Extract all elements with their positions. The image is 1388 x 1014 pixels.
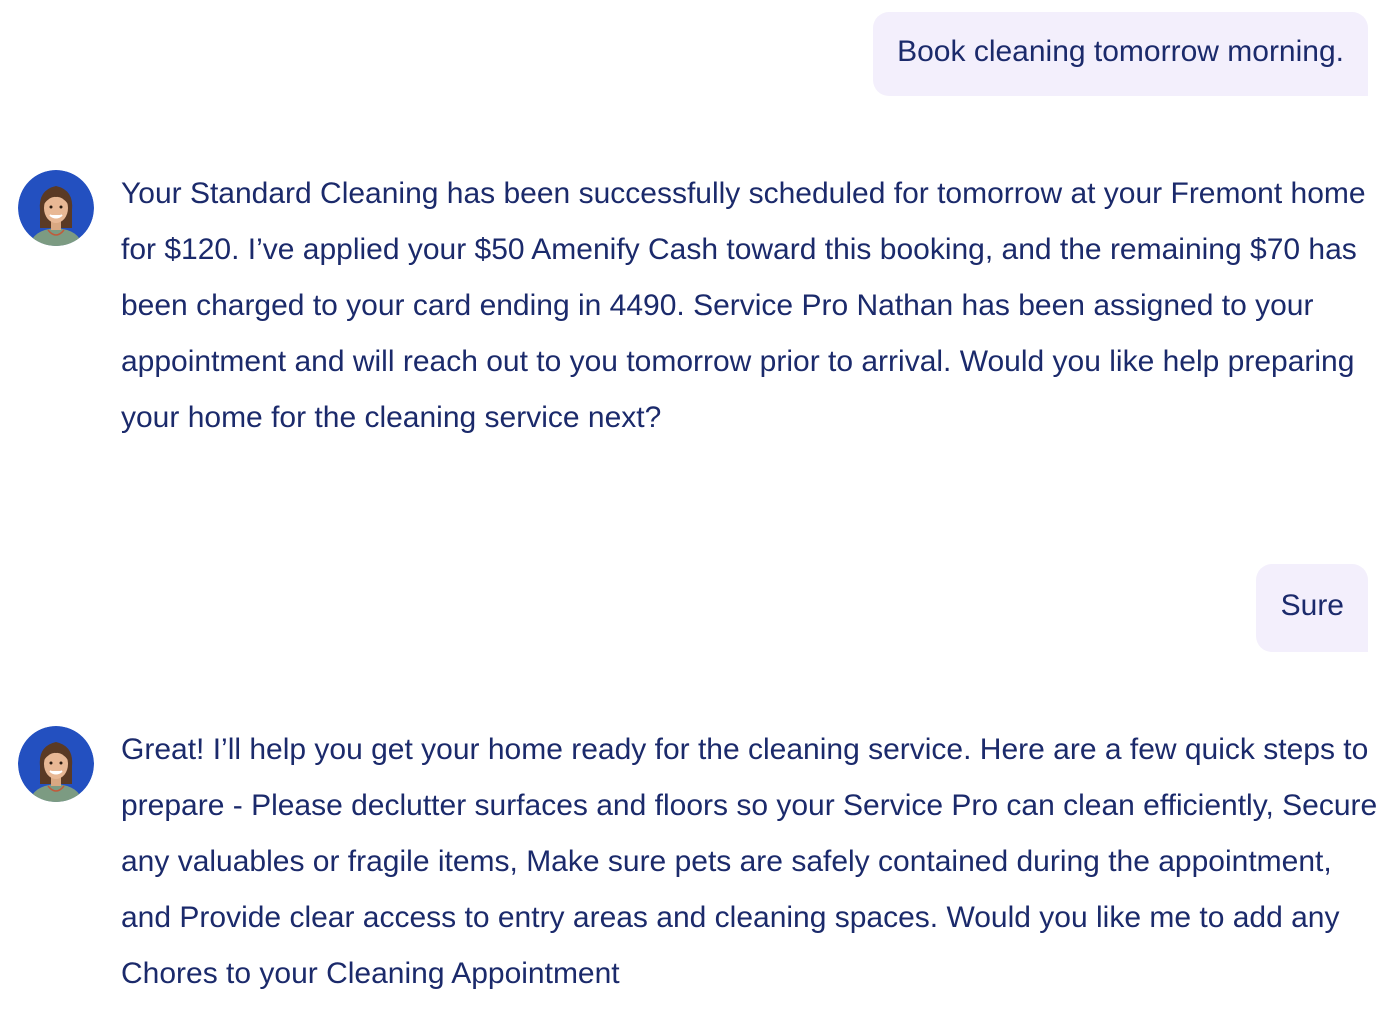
user-message: Book cleaning tomorrow morning.	[873, 12, 1368, 96]
user-message-text: Sure	[1280, 589, 1344, 622]
assistant-message-text: Your Standard Cleaning has been successf…	[121, 177, 1366, 434]
agent-avatar-icon	[18, 170, 94, 246]
assistant-message-text: Great! I’ll help you get your home ready…	[121, 733, 1378, 990]
user-message: Sure	[1255, 564, 1368, 652]
agent-avatar-icon	[18, 726, 94, 802]
chat-thread: Book cleaning tomorrow morning. Your Sta…	[0, 0, 1388, 1014]
user-message-text: Book cleaning tomorrow morning.	[897, 35, 1344, 68]
